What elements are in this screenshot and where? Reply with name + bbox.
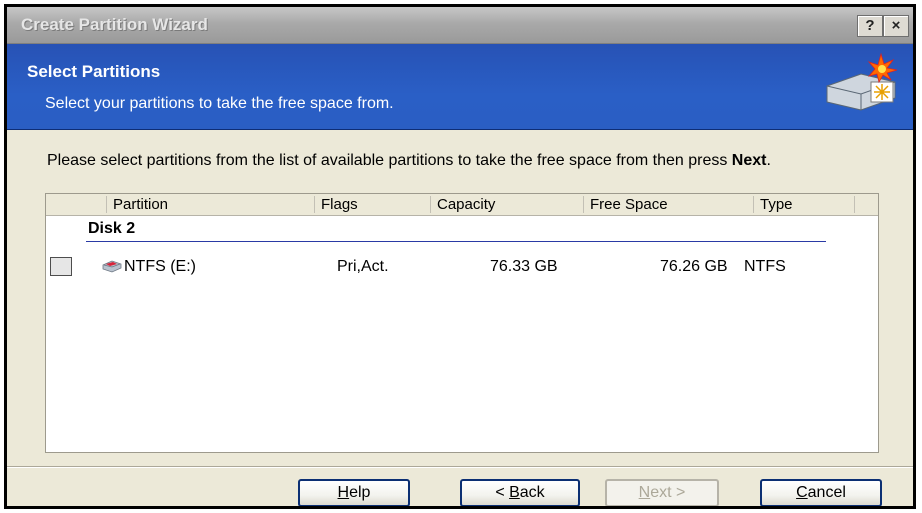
wizard-body: Please select partitions from the list o… <box>7 130 913 506</box>
help-button[interactable]: Help <box>298 479 410 506</box>
disk-group-label: Disk 2 <box>88 220 136 237</box>
cancel-mnemonic: C <box>796 484 808 501</box>
instruction-text: Please select partitions from the list o… <box>47 152 867 169</box>
back-mnemonic: B <box>509 484 520 501</box>
header-title: Select Partitions <box>27 62 161 81</box>
column-flags[interactable]: Flags <box>314 196 358 213</box>
wizard-header: Select Partitions Select your partitions… <box>7 44 913 130</box>
partition-type: NTFS <box>744 258 786 275</box>
partition-list[interactable]: Partition Flags Capacity Free Space Type… <box>45 193 879 453</box>
cancel-button[interactable]: Cancel <box>760 479 882 506</box>
partition-free-space: 76.26 GB <box>660 258 728 275</box>
next-label-rest: ext > <box>650 484 686 501</box>
help-label-rest: elp <box>349 484 371 501</box>
close-button[interactable]: × <box>883 15 909 37</box>
list-column-header: Partition Flags Capacity Free Space Type <box>46 194 878 216</box>
back-prefix: < <box>495 484 510 501</box>
drive-partition-icon <box>102 260 122 273</box>
partition-capacity: 76.33 GB <box>490 258 558 275</box>
button-bar-separator <box>7 466 913 468</box>
partition-row[interactable]: NTFS (E:) Pri,Act. 76.33 GB 76.26 GB NTF… <box>46 254 878 278</box>
partition-flags: Pri,Act. <box>337 258 389 275</box>
help-title-button[interactable]: ? <box>857 15 883 37</box>
cancel-label-rest: ancel <box>807 484 846 501</box>
partition-checkbox[interactable] <box>50 257 72 276</box>
partition-name: NTFS (E:) <box>124 258 196 275</box>
column-capacity[interactable]: Capacity <box>430 196 495 213</box>
instruction-lead: Please select partitions from the list o… <box>47 152 732 169</box>
instruction-tail: . <box>766 152 771 169</box>
create-partition-wizard-window: Create Partition Wizard ? × Select Parti… <box>4 4 916 509</box>
disk-group-divider <box>86 241 826 242</box>
column-type[interactable]: Type <box>753 196 793 213</box>
window-title: Create Partition Wizard <box>21 15 208 34</box>
column-partition[interactable]: Partition <box>106 196 168 213</box>
back-label-rest: ack <box>519 484 545 501</box>
instruction-next-emphasis: Next <box>731 152 767 169</box>
back-button[interactable]: < Back <box>460 479 580 506</box>
header-subtitle: Select your partitions to take the free … <box>45 95 394 112</box>
column-free-space[interactable]: Free Space <box>583 196 668 213</box>
title-bar[interactable]: Create Partition Wizard ? × <box>7 7 913 44</box>
partition-wizard-icon <box>826 52 898 111</box>
help-mnemonic: H <box>337 484 350 501</box>
next-mnemonic: N <box>638 484 651 501</box>
next-button[interactable]: Next > <box>605 479 719 506</box>
column-header-end <box>854 196 855 213</box>
